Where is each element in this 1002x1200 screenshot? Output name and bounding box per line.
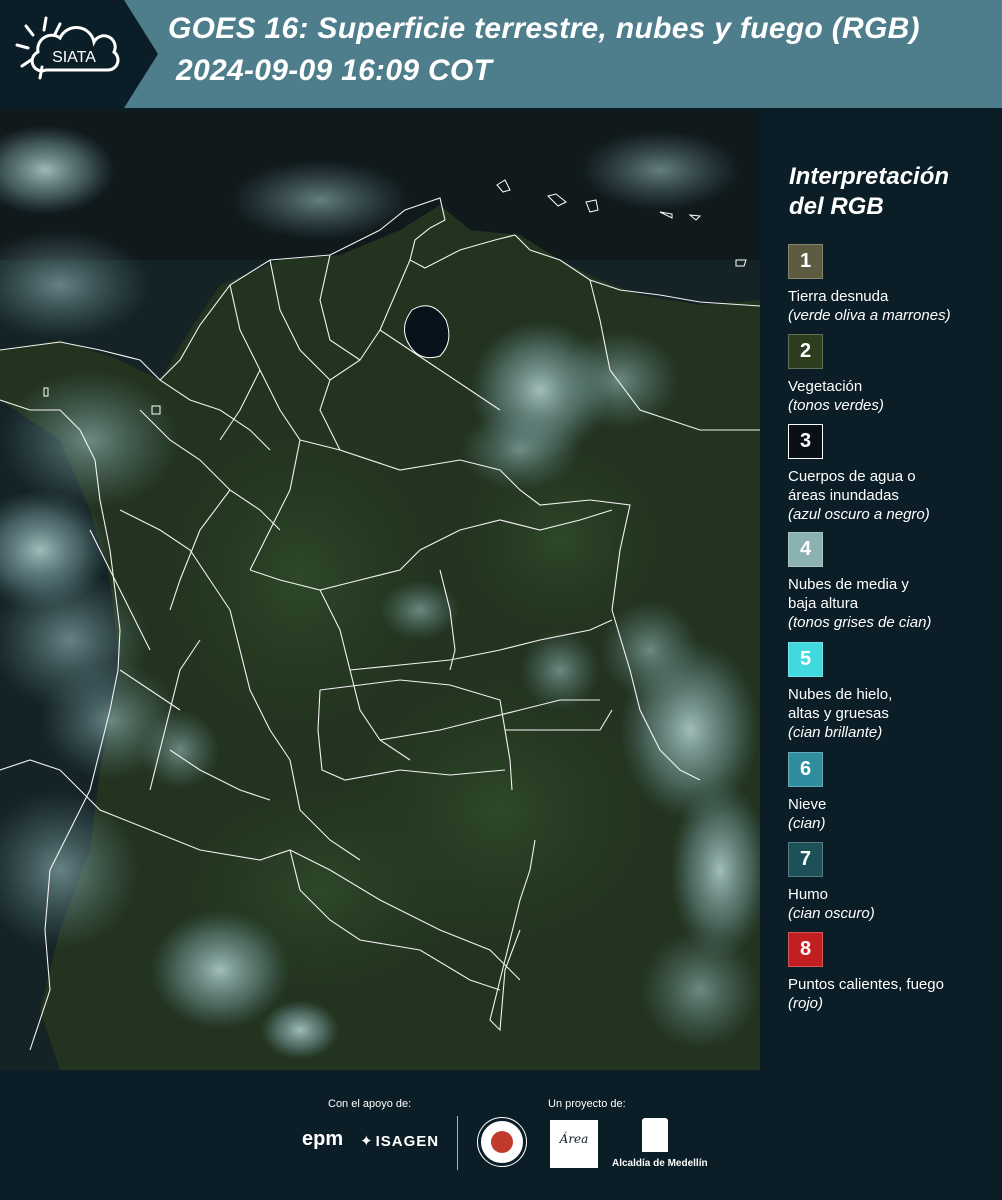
legend-note: (tonos verdes) xyxy=(788,397,884,414)
siata-logo-text: SIATA xyxy=(52,49,96,66)
legend-note: (azul oscuro a negro) xyxy=(788,506,930,523)
legend-label: Nubes de media y xyxy=(788,576,909,593)
legend-note: (verde oliva a marrones) xyxy=(788,307,951,324)
legend-swatch: 5 xyxy=(788,642,823,677)
legend-item-smoke: 7 Humo (cian oscuro) xyxy=(788,842,998,923)
legend-swatch: 6 xyxy=(788,752,823,787)
alcaldia-crest-icon xyxy=(642,1118,668,1152)
legend-label-line2: baja altura xyxy=(788,595,859,612)
medellin-seal-icon xyxy=(477,1117,527,1167)
project-label: Un proyecto de: xyxy=(548,1098,626,1110)
area-metropolitana-logo: Área xyxy=(550,1120,598,1168)
legend-swatch: 2 xyxy=(788,334,823,369)
isagen-text: ISAGEN xyxy=(375,1133,440,1150)
alcaldia-text: Alcaldía de Medellín xyxy=(612,1158,708,1169)
legend-item-bare-land: 1 Tierra desnuda (verde oliva a marrones… xyxy=(788,244,998,325)
legend-item-low-clouds: 4 Nubes de media y baja altura (tonos gr… xyxy=(788,532,998,632)
legend-item-fire: 8 Puntos calientes, fuego (rojo) xyxy=(788,932,998,1013)
legend-label: Cuerpos de agua o xyxy=(788,468,916,485)
legend-item-water: 3 Cuerpos de agua o áreas inundadas (azu… xyxy=(788,424,998,524)
footer: Con el apoyo de: Un proyecto de: epm ✦ IS… xyxy=(0,1070,1002,1200)
legend-item-vegetation: 2 Vegetación (tonos verdes) xyxy=(788,334,998,415)
legend-label: Vegetación xyxy=(788,378,863,395)
legend-note: (cian) xyxy=(788,815,826,832)
legend-note: (cian oscuro) xyxy=(788,905,875,922)
legend-item-snow: 6 Nieve (cian) xyxy=(788,752,998,833)
legend-label: Tierra desnuda xyxy=(788,288,889,305)
legend-panel: Interpretación del RGB 1 Tierra desnuda … xyxy=(762,110,1002,1070)
legend-label-line2: áreas inundadas xyxy=(788,487,899,504)
legend-label: Humo xyxy=(788,886,829,903)
support-label: Con el apoyo de: xyxy=(328,1098,412,1110)
siata-logo: SIATA xyxy=(0,0,158,108)
isagen-logo: ✦ ISAGEN xyxy=(360,1132,439,1150)
legend-swatch: 3 xyxy=(788,424,823,459)
legend-swatch: 1 xyxy=(788,244,823,279)
legend-swatch: 4 xyxy=(788,532,823,567)
legend-item-ice-clouds: 5 Nubes de hielo, altas y gruesas (cian … xyxy=(788,642,998,742)
satellite-map xyxy=(0,110,760,1070)
page-title: GOES 16: Superficie terrestre, nubes y f… xyxy=(168,12,920,45)
timestamp: 2024-09-09 16:09 COT xyxy=(176,54,493,87)
isagen-mark-icon: ✦ xyxy=(360,1133,374,1150)
epm-logo: epm xyxy=(302,1128,344,1150)
footer-divider xyxy=(457,1116,458,1170)
legend-swatch: 8 xyxy=(788,932,823,967)
legend-note: (cian brillante) xyxy=(788,724,883,741)
header-banner: SIATA GOES 16: Superficie terrestre, nub… xyxy=(0,0,1002,108)
legend-label: Nubes de hielo, xyxy=(788,686,893,703)
legend-title: Interpretación del RGB xyxy=(789,163,950,220)
legend-note: (rojo) xyxy=(788,995,824,1012)
legend-label-line2: altas y gruesas xyxy=(788,705,889,722)
legend-note: (tonos grises de cian) xyxy=(788,614,932,631)
legend-swatch: 7 xyxy=(788,842,823,877)
legend-label: Puntos calientes, fuego xyxy=(788,976,944,993)
legend-label: Nieve xyxy=(788,796,827,813)
